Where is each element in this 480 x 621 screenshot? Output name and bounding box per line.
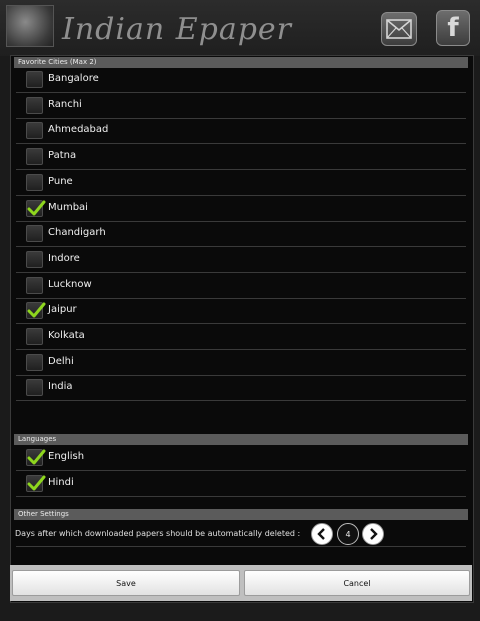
checkbox-row[interactable]: Mumbai bbox=[16, 197, 466, 222]
checkbox[interactable] bbox=[26, 379, 43, 397]
checkmark-icon bbox=[27, 302, 46, 318]
checkbox[interactable] bbox=[26, 96, 43, 114]
checkbox[interactable] bbox=[26, 250, 43, 268]
checkbox[interactable] bbox=[26, 328, 43, 345]
checkbox-label: Lucknow bbox=[48, 278, 92, 290]
checkbox[interactable] bbox=[26, 225, 43, 243]
checkbox[interactable] bbox=[26, 199, 46, 217]
checkbox[interactable] bbox=[26, 122, 43, 140]
checkbox[interactable] bbox=[26, 449, 46, 466]
delete-days-value[interactable]: 4 bbox=[337, 523, 359, 545]
facebook-icon: f bbox=[447, 13, 459, 43]
checkbox[interactable] bbox=[26, 148, 43, 166]
checkbox-row[interactable]: Delhi bbox=[16, 351, 466, 376]
checkmark-icon bbox=[27, 449, 46, 465]
checkbox-row[interactable]: Patna bbox=[16, 145, 466, 171]
checkbox[interactable] bbox=[26, 276, 43, 294]
checkbox-row[interactable]: Pune bbox=[16, 171, 466, 196]
checkbox[interactable] bbox=[26, 474, 46, 492]
checkbox-row[interactable]: Chandigarh bbox=[16, 222, 466, 248]
checkbox-row[interactable]: Kolkata bbox=[16, 325, 466, 350]
checkbox-row[interactable]: Indore bbox=[16, 248, 466, 273]
app-logo bbox=[6, 5, 54, 47]
divider bbox=[16, 546, 466, 547]
checkbox[interactable] bbox=[26, 353, 43, 371]
checkbox[interactable] bbox=[26, 302, 46, 320]
checkbox-label: Ahmedabad bbox=[48, 124, 109, 136]
cancel-button[interactable]: Cancel bbox=[244, 570, 470, 596]
mail-icon bbox=[386, 19, 412, 39]
checkbox-label: Kolkata bbox=[48, 330, 85, 341]
checkbox-row[interactable]: Ranchi bbox=[16, 94, 466, 119]
chevron-right-icon bbox=[370, 528, 378, 540]
languages-header: Languages bbox=[14, 434, 468, 445]
app-header: Indian Epaper f bbox=[0, 0, 480, 56]
checkbox-label: Delhi bbox=[48, 355, 74, 367]
checkbox-row[interactable]: India bbox=[16, 376, 466, 402]
checkbox[interactable] bbox=[26, 71, 43, 88]
checkbox-row[interactable]: Bangalore bbox=[16, 68, 466, 93]
checkbox-row[interactable]: Jaipur bbox=[16, 299, 466, 325]
facebook-button[interactable]: f bbox=[436, 10, 470, 46]
decrease-days-button[interactable] bbox=[311, 523, 333, 545]
checkbox-label: Ranchi bbox=[48, 98, 82, 110]
checkbox-label: Patna bbox=[48, 150, 77, 162]
checkmark-icon bbox=[27, 475, 46, 491]
checkbox-label: Indore bbox=[48, 252, 80, 264]
checkmark-icon bbox=[27, 200, 46, 215]
checkbox-row[interactable]: English bbox=[16, 446, 466, 471]
checkbox-label: Hindi bbox=[48, 476, 74, 488]
dialog-footer: Save Cancel bbox=[10, 565, 472, 601]
checkbox-label: Jaipur bbox=[48, 304, 77, 316]
checkbox[interactable] bbox=[26, 173, 43, 191]
checkbox-row[interactable]: Hindi bbox=[16, 472, 466, 497]
checkbox-label: Mumbai bbox=[48, 201, 88, 213]
favorite-cities-header: Favorite Cities (Max 2) bbox=[14, 57, 468, 68]
checkbox-row[interactable]: Lucknow bbox=[16, 274, 466, 299]
app-title: Indian Epaper bbox=[62, 12, 293, 47]
checkbox-label: Bangalore bbox=[48, 73, 99, 84]
checkbox-label: Chandigarh bbox=[48, 227, 106, 239]
chevron-left-icon bbox=[317, 528, 325, 540]
delete-days-label: Days after which downloaded papers shoul… bbox=[15, 529, 301, 538]
checkbox-label: Pune bbox=[48, 175, 73, 187]
checkbox-label: India bbox=[48, 381, 73, 393]
other-settings-header: Other Settings bbox=[14, 509, 468, 520]
save-button[interactable]: Save bbox=[12, 570, 240, 596]
mail-button[interactable] bbox=[381, 12, 417, 46]
increase-days-button[interactable] bbox=[362, 523, 384, 545]
checkbox-row[interactable]: Ahmedabad bbox=[16, 119, 466, 145]
checkbox-label: English bbox=[48, 451, 85, 462]
